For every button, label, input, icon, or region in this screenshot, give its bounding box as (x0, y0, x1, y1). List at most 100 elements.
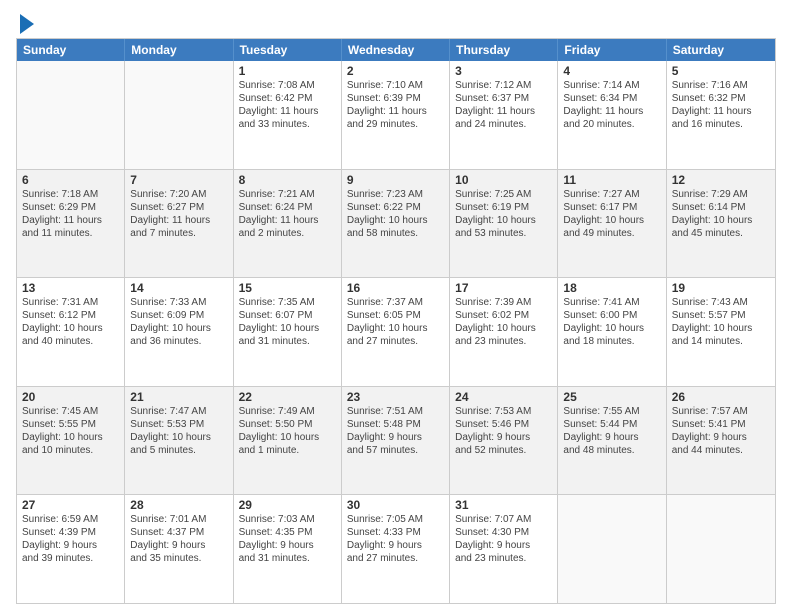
day-number: 1 (239, 64, 336, 78)
calendar: SundayMondayTuesdayWednesdayThursdayFrid… (16, 38, 776, 604)
calendar-cell: 24Sunrise: 7:53 AMSunset: 5:46 PMDayligh… (450, 387, 558, 495)
calendar-cell: 27Sunrise: 6:59 AMSunset: 4:39 PMDayligh… (17, 495, 125, 603)
calendar-cell: 18Sunrise: 7:41 AMSunset: 6:00 PMDayligh… (558, 278, 666, 386)
cell-line: Sunrise: 7:20 AM (130, 188, 227, 201)
day-number: 23 (347, 390, 444, 404)
calendar-cell: 6Sunrise: 7:18 AMSunset: 6:29 PMDaylight… (17, 170, 125, 278)
cell-line: Sunrise: 7:45 AM (22, 405, 119, 418)
calendar-cell: 12Sunrise: 7:29 AMSunset: 6:14 PMDayligh… (667, 170, 775, 278)
calendar-cell: 17Sunrise: 7:39 AMSunset: 6:02 PMDayligh… (450, 278, 558, 386)
cell-line: Sunrise: 7:16 AM (672, 79, 770, 92)
header-cell-monday: Monday (125, 39, 233, 61)
header-cell-saturday: Saturday (667, 39, 775, 61)
calendar-cell: 16Sunrise: 7:37 AMSunset: 6:05 PMDayligh… (342, 278, 450, 386)
calendar-cell: 25Sunrise: 7:55 AMSunset: 5:44 PMDayligh… (558, 387, 666, 495)
cell-line: and 45 minutes. (672, 227, 770, 240)
cell-line: Daylight: 10 hours (455, 322, 552, 335)
day-number: 9 (347, 173, 444, 187)
calendar-row: 20Sunrise: 7:45 AMSunset: 5:55 PMDayligh… (17, 386, 775, 495)
calendar-cell: 22Sunrise: 7:49 AMSunset: 5:50 PMDayligh… (234, 387, 342, 495)
cell-line: Sunset: 4:33 PM (347, 526, 444, 539)
cell-line: and 29 minutes. (347, 118, 444, 131)
cell-line: Sunset: 4:35 PM (239, 526, 336, 539)
day-number: 10 (455, 173, 552, 187)
cell-line: Sunrise: 7:31 AM (22, 296, 119, 309)
calendar-cell (17, 61, 125, 169)
cell-line: Daylight: 10 hours (239, 431, 336, 444)
calendar-header: SundayMondayTuesdayWednesdayThursdayFrid… (17, 39, 775, 61)
cell-line: Sunset: 6:24 PM (239, 201, 336, 214)
cell-line: and 16 minutes. (672, 118, 770, 131)
cell-line: Sunrise: 7:49 AM (239, 405, 336, 418)
cell-line: Sunrise: 7:51 AM (347, 405, 444, 418)
cell-line: Sunrise: 7:23 AM (347, 188, 444, 201)
calendar-row: 13Sunrise: 7:31 AMSunset: 6:12 PMDayligh… (17, 277, 775, 386)
day-number: 26 (672, 390, 770, 404)
calendar-cell: 29Sunrise: 7:03 AMSunset: 4:35 PMDayligh… (234, 495, 342, 603)
cell-line: Daylight: 9 hours (22, 539, 119, 552)
calendar-cell: 2Sunrise: 7:10 AMSunset: 6:39 PMDaylight… (342, 61, 450, 169)
cell-line: and 49 minutes. (563, 227, 660, 240)
cell-line: Daylight: 10 hours (130, 322, 227, 335)
cell-line: Daylight: 10 hours (672, 214, 770, 227)
calendar-cell: 21Sunrise: 7:47 AMSunset: 5:53 PMDayligh… (125, 387, 233, 495)
calendar-cell: 5Sunrise: 7:16 AMSunset: 6:32 PMDaylight… (667, 61, 775, 169)
cell-line: Sunset: 6:19 PM (455, 201, 552, 214)
cell-line: and 1 minute. (239, 444, 336, 457)
cell-line: Daylight: 9 hours (563, 431, 660, 444)
calendar-cell: 31Sunrise: 7:07 AMSunset: 4:30 PMDayligh… (450, 495, 558, 603)
cell-line: Sunset: 5:46 PM (455, 418, 552, 431)
cell-line: and 33 minutes. (239, 118, 336, 131)
calendar-cell: 14Sunrise: 7:33 AMSunset: 6:09 PMDayligh… (125, 278, 233, 386)
page: SundayMondayTuesdayWednesdayThursdayFrid… (0, 0, 792, 612)
cell-line: Daylight: 11 hours (672, 105, 770, 118)
calendar-cell (558, 495, 666, 603)
cell-line: and 52 minutes. (455, 444, 552, 457)
day-number: 17 (455, 281, 552, 295)
cell-line: Sunrise: 7:47 AM (130, 405, 227, 418)
cell-line: Sunset: 5:57 PM (672, 309, 770, 322)
cell-line: and 24 minutes. (455, 118, 552, 131)
cell-line: Sunrise: 7:35 AM (239, 296, 336, 309)
cell-line: and 48 minutes. (563, 444, 660, 457)
cell-line: Sunrise: 7:53 AM (455, 405, 552, 418)
cell-line: and 39 minutes. (22, 552, 119, 565)
day-number: 2 (347, 64, 444, 78)
header-cell-friday: Friday (558, 39, 666, 61)
cell-line: Sunrise: 7:03 AM (239, 513, 336, 526)
cell-line: Sunrise: 7:12 AM (455, 79, 552, 92)
cell-line: Sunset: 6:02 PM (455, 309, 552, 322)
cell-line: Sunrise: 7:01 AM (130, 513, 227, 526)
cell-line: Sunset: 4:37 PM (130, 526, 227, 539)
cell-line: and 10 minutes. (22, 444, 119, 457)
cell-line: and 18 minutes. (563, 335, 660, 348)
cell-line: Sunset: 6:17 PM (563, 201, 660, 214)
header-cell-tuesday: Tuesday (234, 39, 342, 61)
cell-line: Sunrise: 7:14 AM (563, 79, 660, 92)
calendar-cell: 19Sunrise: 7:43 AMSunset: 5:57 PMDayligh… (667, 278, 775, 386)
logo (16, 12, 34, 34)
cell-line: Sunrise: 7:08 AM (239, 79, 336, 92)
cell-line: and 53 minutes. (455, 227, 552, 240)
cell-line: and 31 minutes. (239, 552, 336, 565)
day-number: 31 (455, 498, 552, 512)
cell-line: Sunset: 5:50 PM (239, 418, 336, 431)
cell-line: Sunset: 6:27 PM (130, 201, 227, 214)
day-number: 24 (455, 390, 552, 404)
cell-line: Daylight: 9 hours (455, 431, 552, 444)
calendar-cell: 20Sunrise: 7:45 AMSunset: 5:55 PMDayligh… (17, 387, 125, 495)
calendar-cell: 15Sunrise: 7:35 AMSunset: 6:07 PMDayligh… (234, 278, 342, 386)
cell-line: Daylight: 10 hours (239, 322, 336, 335)
cell-line: Sunset: 6:09 PM (130, 309, 227, 322)
day-number: 3 (455, 64, 552, 78)
calendar-cell: 9Sunrise: 7:23 AMSunset: 6:22 PMDaylight… (342, 170, 450, 278)
calendar-cell (125, 61, 233, 169)
cell-line: and 57 minutes. (347, 444, 444, 457)
cell-line: and 40 minutes. (22, 335, 119, 348)
day-number: 8 (239, 173, 336, 187)
calendar-cell: 30Sunrise: 7:05 AMSunset: 4:33 PMDayligh… (342, 495, 450, 603)
cell-line: Daylight: 9 hours (347, 539, 444, 552)
cell-line: Daylight: 10 hours (22, 431, 119, 444)
cell-line: Sunrise: 7:29 AM (672, 188, 770, 201)
day-number: 25 (563, 390, 660, 404)
